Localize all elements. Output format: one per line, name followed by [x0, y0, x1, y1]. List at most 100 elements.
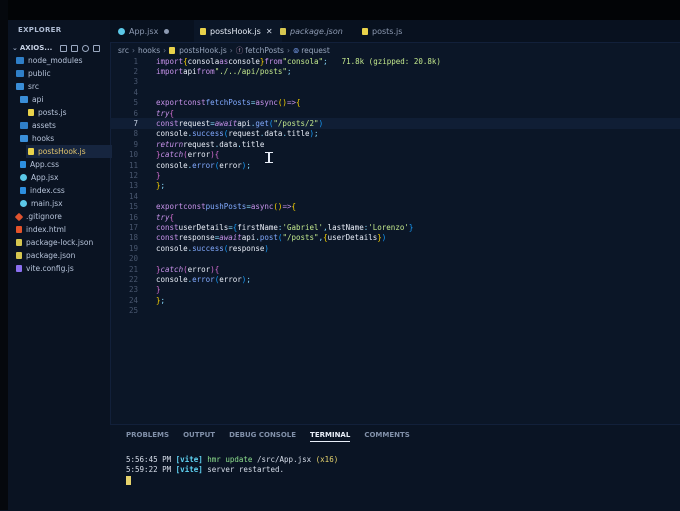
monitor-bezel-left — [0, 0, 8, 510]
tree-item-postshook-js[interactable]: postsHook.js — [26, 145, 112, 158]
tree-item-main-jsx[interactable]: main.jsx — [20, 197, 110, 210]
js-file-icon — [28, 109, 34, 116]
code-line: 9 return request. data. title — [133, 139, 265, 149]
code-line: 18 const response = await api. post("/pos… — [128, 233, 387, 243]
terminal-output[interactable]: 5:56:45 PM [vite] hmr update /src/App.js… — [126, 455, 338, 485]
code-line: 15 export const pushPosts = async () => { — [128, 202, 296, 212]
code-line: 17 const userDetails = {firstName: 'Gabr… — [128, 223, 414, 233]
breadcrumb-function[interactable]: fetchPosts — [245, 46, 284, 55]
panel-tab-output[interactable]: OUTPUT — [183, 431, 215, 442]
code-editor[interactable]: 1 import { consola as console} from "cons… — [110, 56, 680, 356]
css-file-icon — [20, 187, 26, 194]
tree-item-package-json[interactable]: package.json — [16, 249, 110, 262]
new-folder-icon[interactable] — [71, 44, 79, 52]
code-line: 4 — [133, 87, 138, 97]
tree-item-app-jsx[interactable]: App.jsx — [20, 171, 110, 184]
breadcrumb-hooks[interactable]: hooks — [138, 46, 160, 55]
explorer-title: EXPLORER — [18, 26, 62, 34]
breadcrumb-file[interactable]: postsHook.js — [179, 46, 227, 55]
code-line: 22 console. error(error); — [128, 275, 251, 285]
code-line: 20 — [128, 254, 138, 264]
code-line: 25 — [128, 306, 138, 316]
collapse-all-icon[interactable] — [93, 44, 101, 52]
panel-tab-comments[interactable]: COMMENTS — [364, 431, 409, 442]
tree-item-public[interactable]: public — [16, 67, 110, 80]
new-file-icon[interactable] — [60, 44, 68, 52]
tab-postshook-js[interactable]: postsHook.js ✕ — [194, 20, 282, 42]
code-line: 3 — [133, 77, 138, 87]
tree-item-vite-config-js[interactable]: vite.config.js — [16, 262, 110, 275]
code-line: 10 } catch (error) { — [128, 150, 220, 160]
react-file-icon — [20, 174, 27, 181]
panel-tab-problems[interactable]: PROBLEMS — [126, 431, 169, 442]
project-name: AXIOS... — [19, 44, 53, 52]
tree-item-api-posts-js[interactable]: posts.js — [28, 106, 110, 119]
import-cost-hint: 71.8k (gzipped: 20.8k) — [341, 56, 441, 66]
bottom-panel: PROBLEMS OUTPUT DEBUG CONSOLE TERMINAL C… — [110, 424, 680, 511]
tree-item-app-css[interactable]: App.css — [20, 158, 110, 171]
chevron-right-icon: › — [163, 45, 167, 55]
tree-item-src[interactable]: src — [16, 80, 110, 93]
tree-item-node-modules[interactable]: node_modules — [16, 54, 110, 67]
vite-file-icon — [16, 265, 22, 272]
chevron-right-icon: › — [286, 45, 290, 55]
tree-item-package-lock-json[interactable]: package-lock.json — [16, 236, 110, 249]
tab-posts-js[interactable]: posts.js — [362, 20, 432, 42]
code-line: 16 try { — [128, 212, 175, 222]
code-line-current: 7 const request = await api. get("/posts/… — [110, 118, 680, 129]
text-cursor-icon — [265, 152, 273, 163]
refresh-icon[interactable] — [82, 44, 90, 52]
function-symbol-icon: ⓕ — [235, 45, 244, 55]
code-line: 24}; — [128, 295, 166, 305]
code-line: 12 } — [128, 171, 161, 181]
tab-package-json[interactable]: package.json — [280, 20, 360, 42]
html-file-icon — [16, 226, 22, 233]
tree-item-index-html[interactable]: index.html — [16, 223, 110, 236]
js-file-icon — [200, 27, 206, 35]
react-file-icon — [20, 200, 27, 207]
folder-open-icon — [20, 135, 28, 142]
folder-open-icon — [16, 83, 24, 90]
tab-app-jsx[interactable]: App.jsx — [118, 20, 194, 42]
folder-icon — [20, 122, 28, 129]
code-line: 6 try { — [133, 108, 175, 118]
panel-tabs: PROBLEMS OUTPUT DEBUG CONSOLE TERMINAL C… — [126, 431, 410, 442]
editor-tabs: App.jsx postsHook.js ✕ package.json posts… — [110, 20, 680, 43]
breadcrumb-src[interactable]: src — [118, 46, 129, 55]
unsaved-dot-icon — [164, 28, 170, 34]
terminal-line: 5:59:22 PM [vite] server restarted. — [126, 465, 285, 474]
breadcrumb: src › hooks › postsHook.js › ⓕ fetchPosts › ⊚… — [118, 44, 330, 56]
tree-item-gitignore[interactable]: .gitignore — [14, 210, 110, 223]
chevron-down-icon: ⌄ — [12, 44, 18, 52]
chevron-right-icon: › — [131, 45, 135, 55]
code-line: 11 console. error(error); — [128, 160, 251, 170]
breadcrumb-variable[interactable]: request — [301, 46, 330, 55]
code-line: 21 } catch (error) { — [128, 264, 220, 274]
tree-item-hooks[interactable]: hooks — [20, 132, 110, 145]
code-line: 1 import { consola as console} from "cons… — [133, 56, 441, 66]
panel-tab-terminal[interactable]: TERMINAL — [310, 431, 351, 442]
code-line: 19 console. success(response) — [128, 243, 269, 253]
vscode-window: EXPLORER ⌄ AXIOS... node_modules public … — [8, 20, 680, 511]
json-file-icon — [16, 252, 22, 259]
folder-icon — [16, 70, 24, 77]
tree-item-assets[interactable]: assets — [20, 119, 110, 132]
tree-item-index-css[interactable]: index.css — [20, 184, 110, 197]
close-icon[interactable]: ✕ — [266, 27, 273, 36]
monitor-bezel-top — [0, 0, 680, 20]
project-folder-header[interactable]: ⌄ AXIOS... — [12, 42, 108, 54]
react-file-icon — [118, 27, 125, 35]
css-file-icon — [20, 161, 26, 168]
code-line: 2 import api from "./../api/posts"; — [133, 67, 292, 77]
explorer-sidebar: EXPLORER ⌄ AXIOS... node_modules public … — [8, 20, 112, 510]
terminal-line: 5:56:45 PM [vite] hmr update /src/App.js… — [126, 455, 339, 464]
tree-item-api[interactable]: api — [20, 93, 110, 106]
panel-tab-debug-console[interactable]: DEBUG CONSOLE — [229, 431, 296, 442]
folder-icon — [16, 57, 24, 64]
git-file-icon — [14, 212, 24, 221]
terminal-cursor — [126, 476, 131, 485]
code-line: 8 console. success(request. data. title); — [133, 129, 319, 139]
chevron-right-icon: › — [229, 45, 233, 55]
js-file-icon — [28, 148, 34, 155]
folder-open-icon — [20, 96, 28, 103]
